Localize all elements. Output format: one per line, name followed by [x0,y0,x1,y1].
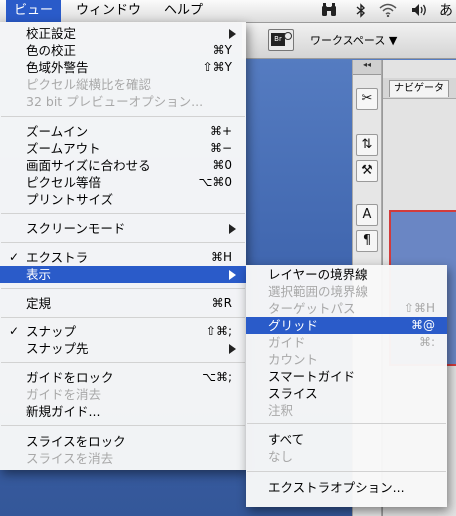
menu-item-extras[interactable]: ✓ エクストラ ⌘H [0,249,246,266]
submenu-item-count[interactable]: カウント [246,351,447,368]
submenu-item-smart-guides[interactable]: スマートガイド [246,368,447,385]
menu-item-show[interactable]: 表示 [0,266,246,283]
menu-item-fit-on-screen[interactable]: 画面サイズに合わせる ⌘0 [0,157,246,174]
bridge-icon: Br [271,33,285,46]
menu-separator [1,317,245,318]
menu-item-snap[interactable]: ✓ スナップ ⇧⌘; [0,323,246,340]
menu-separator [247,423,446,424]
submenu-item-none[interactable]: なし [246,448,447,465]
menu-separator [247,471,446,472]
menu-separator [1,362,245,363]
menu-item-zoom-in[interactable]: ズームイン ⌘+ [0,123,246,140]
menu-separator [1,213,245,214]
submenu-item-grid[interactable]: グリッド ⌘@ [246,317,447,334]
menu-help[interactable]: ヘルプ [156,0,211,22]
menu-bar: ビュー ウィンドウ ヘルプ あ [0,0,456,23]
bluetooth-icon[interactable] [354,3,368,19]
submenu-arrow-icon [229,344,236,354]
submenu-arrow-icon [229,29,236,39]
show-submenu: レイヤーの境界線 選択範囲の境界線 ターゲットパス ⇧⌘H グリッド ⌘@ ガイ… [246,265,447,507]
submenu-item-layer-edges[interactable]: レイヤーの境界線 [246,266,447,283]
text-tool-icon[interactable]: A [356,204,378,226]
menu-separator [1,288,245,289]
menu-item-clear-guides[interactable]: ガイドを消去 [0,386,246,403]
usb-tool-icon[interactable]: ⇅ [356,134,378,156]
tools-panel-header[interactable]: ◂◂ [353,60,381,75]
menu-item-snap-to[interactable]: スナップ先 [0,340,246,357]
wifi-icon[interactable] [378,3,398,19]
navigator-tab-bar: ナビゲータ [383,78,456,99]
view-menu: 校正設定 色の校正 ⌘Y 色域外警告 ⇧⌘Y ピクセル縦横比を確認 32 bit… [0,22,246,470]
submenu-item-extras-options[interactable]: エクストラオプション... [246,479,447,496]
workspace-menu-button[interactable]: ワークスペース ▼ [310,32,397,48]
menu-item-32bit-preview[interactable]: 32 bit プレビューオプション... [0,93,246,110]
menu-separator [1,425,245,426]
scissors-tool-icon[interactable]: ✂ [356,88,378,110]
checkmark-icon: ✓ [9,324,20,338]
binoculars-icon[interactable] [320,3,338,19]
submenu-item-selection-edges[interactable]: 選択範囲の境界線 [246,283,447,300]
submenu-arrow-icon [229,224,236,234]
submenu-item-target-path[interactable]: ターゲットパス ⇧⌘H [246,300,447,317]
input-method-icon[interactable]: あ [436,3,456,19]
submenu-item-all[interactable]: すべて [246,431,447,448]
menu-window[interactable]: ウィンドウ [68,0,149,22]
submenu-arrow-icon [229,270,236,280]
menu-separator [1,242,245,243]
menu-item-pixel-aspect-ratio[interactable]: ピクセル縦横比を確認 [0,76,246,93]
menu-item-gamut-warning[interactable]: 色域外警告 ⇧⌘Y [0,59,246,76]
tab-navigator[interactable]: ナビゲータ [389,80,449,97]
menu-item-actual-pixels[interactable]: ピクセル等倍 ⌥⌘0 [0,174,246,191]
submenu-item-guides[interactable]: ガイド ⌘: [246,334,447,351]
submenu-item-notes[interactable]: 注釈 [246,402,447,419]
submenu-item-slices[interactable]: スライス [246,385,447,402]
menu-item-new-guide[interactable]: 新規ガイド... [0,403,246,420]
app-options-bar: Br ワークスペース ▼ [242,22,456,59]
menu-item-rulers[interactable]: 定規 ⌘R [0,295,246,312]
volume-icon[interactable] [410,3,430,19]
menu-item-clear-slices[interactable]: スライスを消去 [0,450,246,467]
paragraph-tool-icon[interactable]: ¶ [356,230,378,252]
bridge-button[interactable]: Br [268,29,294,51]
menu-item-zoom-out[interactable]: ズームアウト ⌘− [0,140,246,157]
magnifier-icon [284,32,292,40]
stamp-tool-icon[interactable]: ⚒ [356,160,378,182]
menu-item-proof-setup[interactable]: 校正設定 [0,25,246,42]
menu-item-proof-colors[interactable]: 色の校正 ⌘Y [0,42,246,59]
menu-view[interactable]: ビュー [6,0,62,22]
menu-item-print-size[interactable]: プリントサイズ [0,191,246,208]
checkmark-icon: ✓ [9,250,20,264]
menu-item-lock-slices[interactable]: スライスをロック [0,433,246,450]
menu-item-lock-guides[interactable]: ガイドをロック ⌥⌘; [0,369,246,386]
menu-separator [1,116,245,117]
menu-item-screen-mode[interactable]: スクリーンモード [0,220,246,237]
